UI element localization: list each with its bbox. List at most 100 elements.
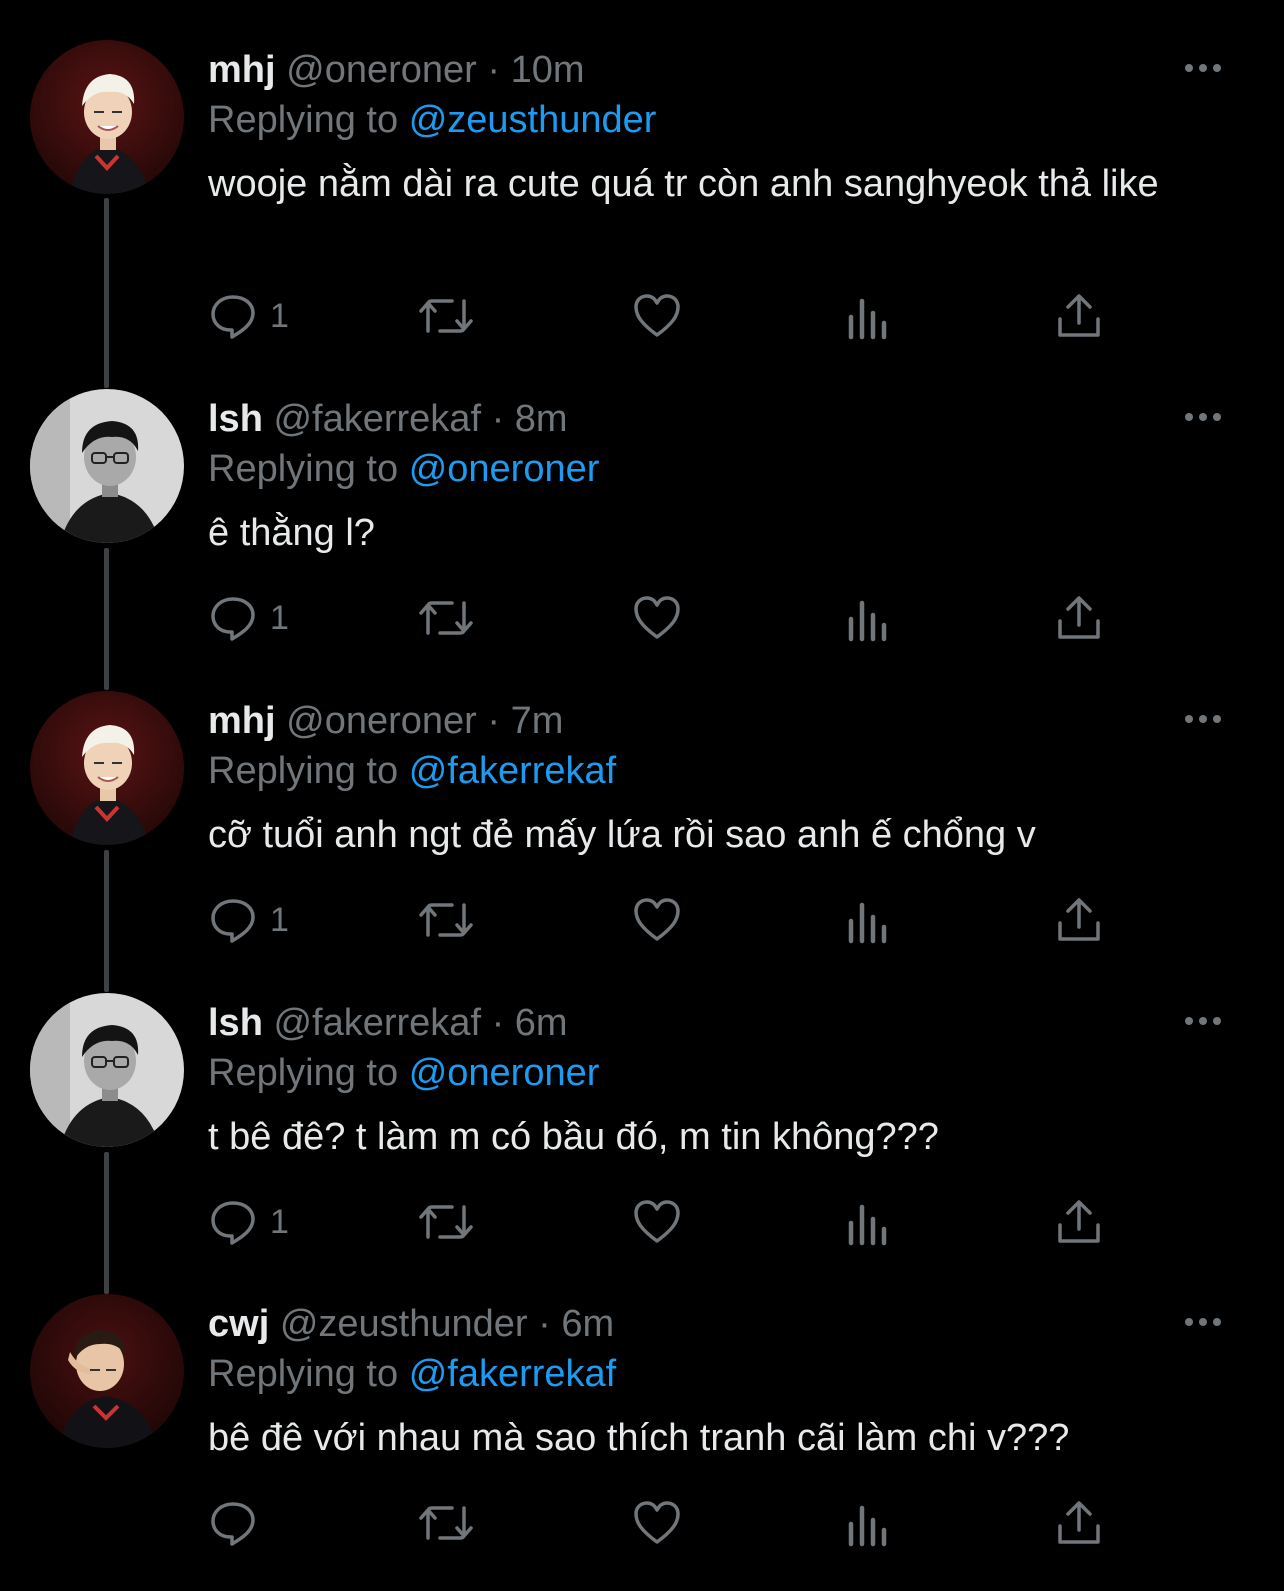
display-name[interactable]: mhj [208, 700, 276, 742]
share-button[interactable] [1056, 588, 1102, 648]
action-bar: 1 [0, 588, 1284, 648]
replying-to-mention[interactable]: @fakerrekaf [409, 750, 617, 792]
display-name[interactable]: lsh [208, 398, 263, 440]
display-name[interactable]: lsh [208, 1002, 263, 1044]
reply-button[interactable]: 1 [208, 286, 289, 346]
more-options-icon[interactable] [1182, 1011, 1224, 1031]
separator-dot: · [538, 1303, 551, 1345]
views-button[interactable] [846, 1493, 890, 1553]
like-button[interactable] [632, 890, 682, 950]
share-icon [1056, 1197, 1102, 1247]
retweet-icon [418, 895, 474, 945]
replying-to: Replying to @oneroner [208, 1049, 599, 1097]
share-icon [1056, 895, 1102, 945]
handle[interactable]: @zeusthunder [280, 1303, 528, 1345]
avatar-lsh[interactable] [30, 389, 184, 543]
avatar-lsh[interactable] [30, 993, 184, 1147]
share-icon [1056, 1498, 1102, 1548]
replying-to-mention[interactable]: @oneroner [409, 1052, 600, 1094]
tweet-header: lsh @fakerrekaf · 6m [208, 999, 568, 1047]
replying-to-label: Replying to [208, 99, 399, 141]
timestamp[interactable]: 7m [511, 700, 564, 742]
reply-button[interactable] [208, 1493, 270, 1553]
views-button[interactable] [846, 890, 890, 950]
replying-to-mention[interactable]: @zeusthunder [409, 99, 657, 141]
more-options-icon[interactable] [1182, 1312, 1224, 1332]
retweet-button[interactable] [418, 1493, 474, 1553]
separator-dot: · [491, 398, 505, 440]
retweet-button[interactable] [418, 1192, 474, 1252]
replying-to-label: Replying to [208, 1353, 399, 1395]
retweet-button[interactable] [418, 286, 474, 346]
handle[interactable]: @oneroner [286, 49, 477, 91]
tweet[interactable]: cwj @zeusthunder · 6m Replying to @faker… [0, 1254, 1284, 1554]
separator-dot: · [487, 49, 501, 91]
replying-to-label: Replying to [208, 1052, 399, 1094]
views-icon [846, 291, 890, 341]
replying-to-mention[interactable]: @oneroner [409, 448, 600, 490]
separator-dot: · [491, 1002, 505, 1044]
reply-count: 1 [270, 296, 289, 335]
tweet[interactable]: mhj @oneroner · 10m Replying to @zeusthu… [0, 0, 1284, 340]
views-button[interactable] [846, 588, 890, 648]
timestamp[interactable]: 10m [511, 49, 585, 91]
like-icon [632, 1498, 682, 1548]
replying-to: Replying to @fakerrekaf [208, 747, 616, 795]
action-bar: 1 [0, 286, 1284, 346]
share-button[interactable] [1056, 890, 1102, 950]
separator-dot: · [487, 700, 501, 742]
reply-button[interactable]: 1 [208, 588, 289, 648]
views-icon [846, 1197, 890, 1247]
views-button[interactable] [846, 286, 890, 346]
like-button[interactable] [632, 1192, 682, 1252]
like-button[interactable] [632, 588, 682, 648]
replying-to: Replying to @zeusthunder [208, 96, 656, 144]
timestamp[interactable]: 6m [561, 1303, 614, 1345]
action-bar: 1 [0, 1192, 1284, 1252]
display-name[interactable]: mhj [208, 49, 276, 91]
like-icon [632, 895, 682, 945]
retweet-icon [418, 291, 474, 341]
reply-icon [208, 1498, 258, 1548]
reply-button[interactable]: 1 [208, 1192, 289, 1252]
replying-to: Replying to @fakerrekaf [208, 1350, 616, 1398]
tweet-text: cỡ tuổi anh ngt đẻ mấy lứa rồi sao anh ế… [208, 814, 1036, 856]
avatar-cwj[interactable] [30, 1294, 184, 1448]
display-name[interactable]: cwj [208, 1303, 269, 1345]
reply-count: 1 [270, 900, 289, 939]
more-options-icon[interactable] [1182, 709, 1224, 729]
handle[interactable]: @oneroner [286, 700, 477, 742]
reply-icon [208, 291, 258, 341]
tweet-text: ê thằng l? [208, 512, 375, 554]
timestamp[interactable]: 8m [515, 398, 568, 440]
tweet-text: wooje nằm dài ra cute quá tr còn anh san… [208, 163, 1159, 205]
more-options-icon[interactable] [1182, 407, 1224, 427]
share-button[interactable] [1056, 1192, 1102, 1252]
like-icon [632, 593, 682, 643]
handle[interactable]: @fakerrekaf [273, 1002, 481, 1044]
tweet-header: cwj @zeusthunder · 6m [208, 1300, 614, 1348]
handle[interactable]: @fakerrekaf [273, 398, 481, 440]
tweet[interactable]: lsh @fakerrekaf · 8m Replying to @oneron… [0, 349, 1284, 649]
views-icon [846, 1498, 890, 1548]
views-button[interactable] [846, 1192, 890, 1252]
more-options-icon[interactable] [1182, 58, 1224, 78]
retweet-button[interactable] [418, 588, 474, 648]
share-button[interactable] [1056, 286, 1102, 346]
timestamp[interactable]: 6m [515, 1002, 568, 1044]
avatar-mhj[interactable] [30, 40, 184, 194]
share-icon [1056, 593, 1102, 643]
reply-icon [208, 1197, 258, 1247]
tweet-text: bê đê với nhau mà sao thích tranh cãi là… [208, 1417, 1070, 1459]
reply-button[interactable]: 1 [208, 890, 289, 950]
tweet[interactable]: lsh @fakerrekaf · 6m Replying to @oneron… [0, 953, 1284, 1253]
tweet-text: t bê đê? t làm m có bầu đó, m tin không?… [208, 1116, 939, 1158]
avatar-mhj[interactable] [30, 691, 184, 845]
tweet[interactable]: mhj @oneroner · 7m Replying to @fakerrek… [0, 651, 1284, 951]
like-button[interactable] [632, 286, 682, 346]
replying-to-mention[interactable]: @fakerrekaf [409, 1353, 617, 1395]
share-button[interactable] [1056, 1493, 1102, 1553]
reply-icon [208, 593, 258, 643]
retweet-button[interactable] [418, 890, 474, 950]
like-button[interactable] [632, 1493, 682, 1553]
